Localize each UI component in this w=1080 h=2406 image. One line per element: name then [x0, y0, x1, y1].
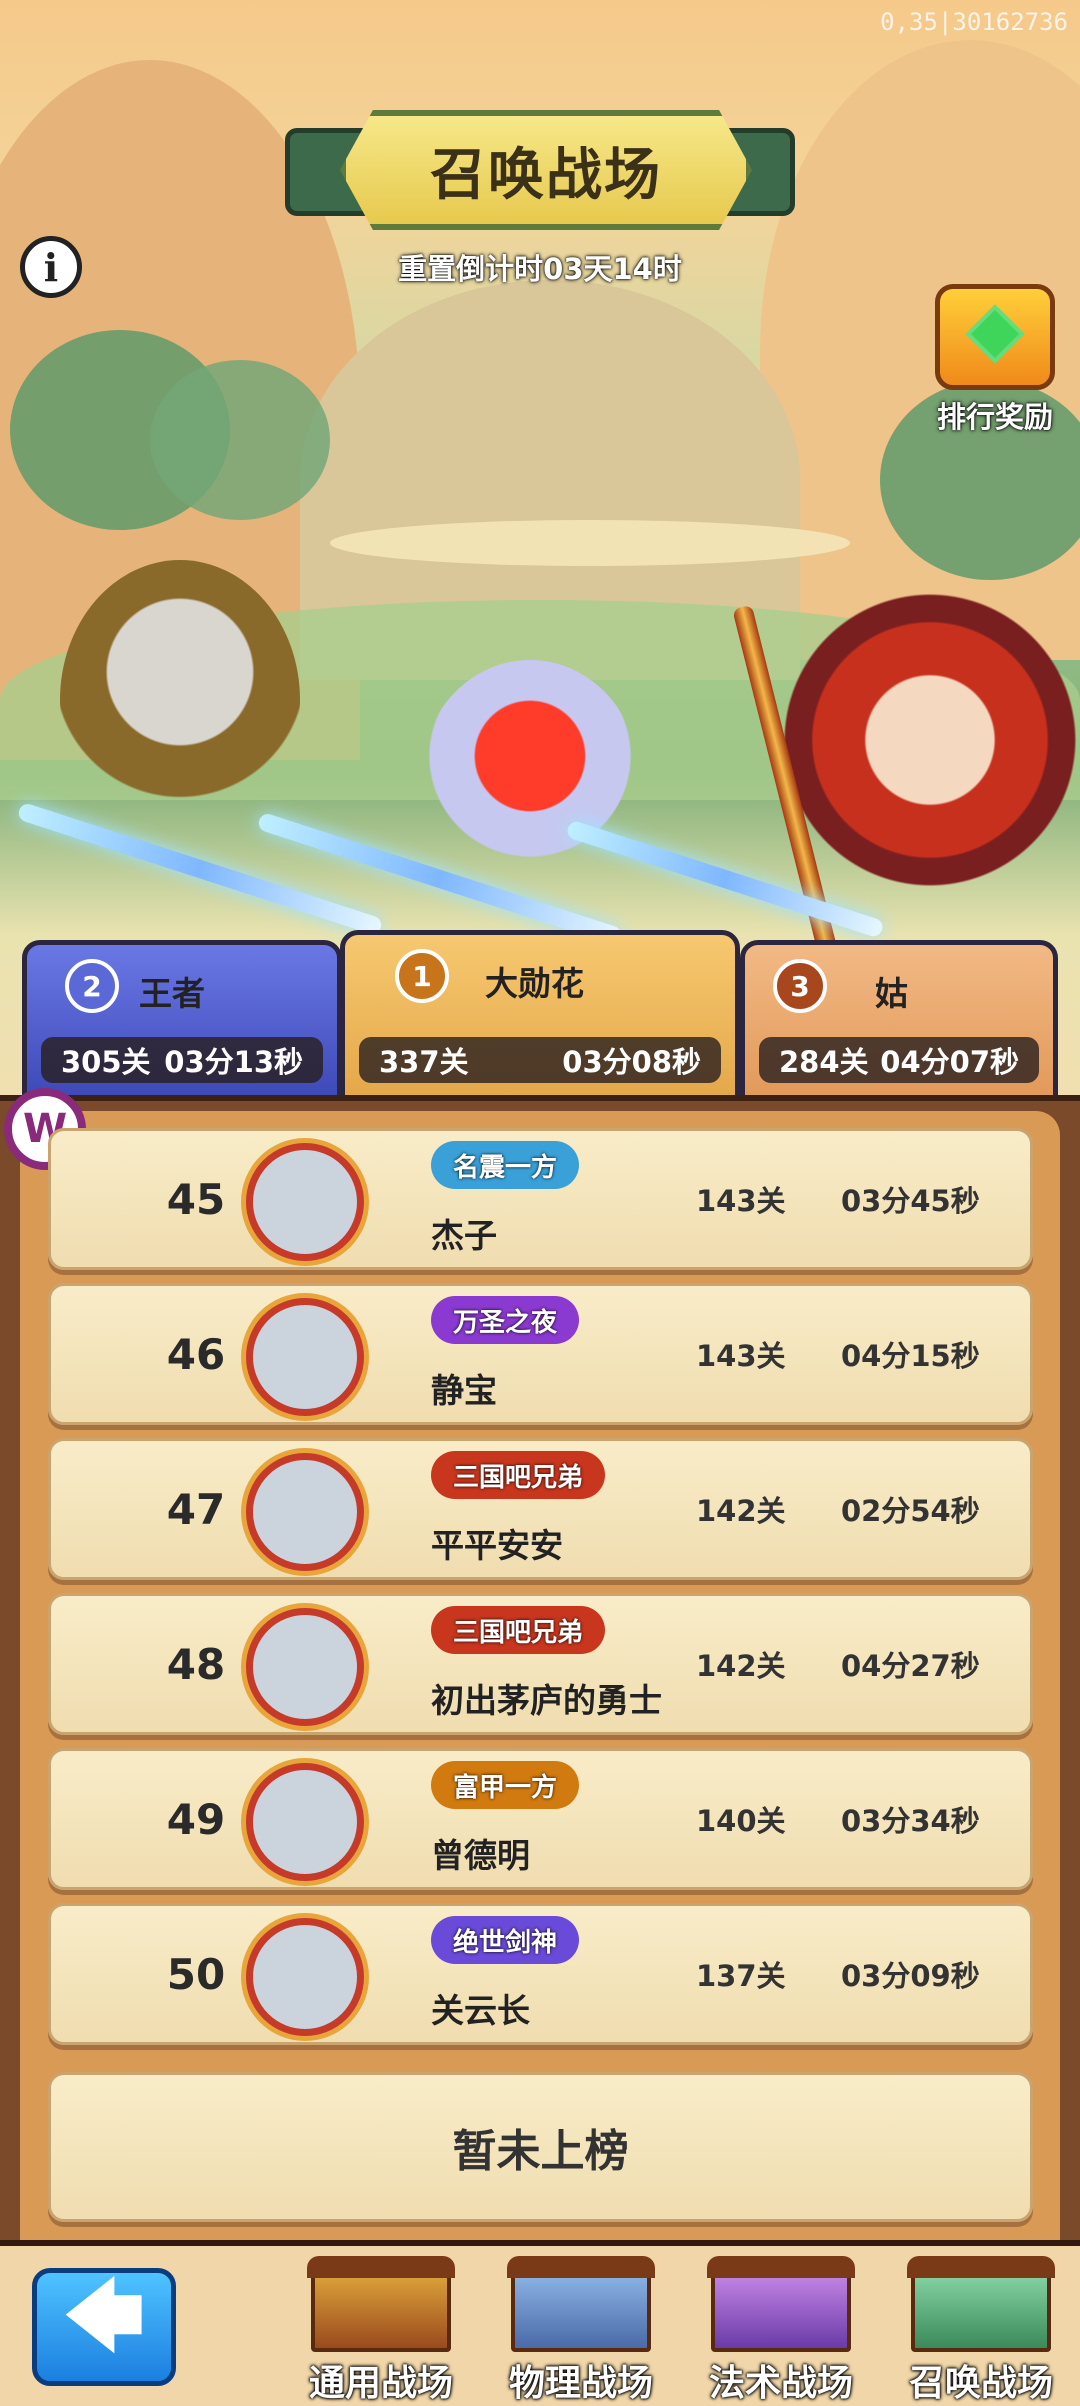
tower-icon: [907, 2256, 1055, 2352]
row-time: 03分45秒: [841, 1184, 980, 1218]
avatar[interactable]: [246, 1143, 364, 1261]
avatar[interactable]: [246, 1763, 364, 1881]
player-title-badge: 万圣之夜: [431, 1296, 580, 1344]
treasure-chest-icon: [935, 284, 1055, 390]
row-stage: 140关: [696, 1804, 786, 1838]
podium-time: 03分08秒: [562, 1045, 701, 1079]
self-rank-status: 暂未上榜: [48, 2072, 1033, 2222]
podium-time: 04分07秒: [880, 1045, 1019, 1079]
tab-label: 召唤战场: [908, 2363, 1053, 2404]
tab-physical-battlefield[interactable]: 物理战场: [496, 2256, 666, 2404]
rank-reward-label: 排行奖励: [936, 400, 1053, 434]
podium-stats: 337关 03分08秒: [359, 1037, 721, 1083]
tree: [150, 360, 330, 520]
tower-icon: [707, 2256, 855, 2352]
podium-time: 03分13秒: [164, 1045, 303, 1079]
podium-stage: 337关: [379, 1045, 469, 1079]
back-button[interactable]: 🡄: [32, 2268, 176, 2386]
row-time: 03分34秒: [841, 1804, 980, 1838]
row-stage: 142关: [696, 1494, 786, 1528]
player-name: 曾德明: [431, 1836, 530, 1875]
podium-rank-1[interactable]: 1 大勋花 337关 03分08秒: [340, 930, 740, 1100]
info-button[interactable]: i: [20, 236, 82, 298]
rank-badge: 2: [65, 959, 119, 1013]
player-name: 关云长: [431, 1991, 530, 2030]
tower-icon: [507, 2256, 655, 2352]
podium-rank-2[interactable]: 2 王者 305关 03分13秒: [22, 940, 342, 1100]
tab-general-battlefield[interactable]: 通用战场: [296, 2256, 466, 2404]
player-name: 平平安安: [431, 1526, 563, 1565]
row-stage: 143关: [696, 1184, 786, 1218]
podium-player-name: 王者: [139, 974, 205, 1013]
podium-rank-3[interactable]: 3 姑 284关 04分07秒: [740, 940, 1058, 1100]
row-time: 04分27秒: [841, 1649, 980, 1683]
hero-monkey-king: [60, 560, 300, 840]
rank-badge: 3: [773, 959, 827, 1013]
hero-general: [780, 590, 1080, 890]
player-title-badge: 名震一方: [431, 1141, 580, 1189]
battlefield-scene: 0,35|30162736 召唤战场 重置倒计时03天14时 i 排行奖励 2 …: [0, 0, 1080, 1100]
leaderboard-row[interactable]: 49 富甲一方 曾德明 140关 03分34秒: [48, 1748, 1033, 1890]
player-title-badge: 绝世剑神: [431, 1916, 580, 1964]
river: [330, 520, 850, 566]
tower-icon: [307, 2256, 455, 2352]
page-title: 召唤战场: [430, 142, 662, 208]
podium-stats: 284关 04分07秒: [759, 1037, 1039, 1083]
player-title-badge: 三国吧兄弟: [431, 1451, 606, 1499]
leaderboard-row[interactable]: 46 万圣之夜 静宝 143关 04分15秒: [48, 1283, 1033, 1425]
tab-summon-battlefield[interactable]: 召唤战场: [896, 2256, 1066, 2404]
player-name: 静宝: [431, 1371, 497, 1410]
player-title-badge: 富甲一方: [431, 1761, 580, 1809]
rank-reward-button[interactable]: 排行奖励: [925, 284, 1065, 436]
leaderboard-row[interactable]: 48 三国吧兄弟 初出茅庐的勇士 142关 04分27秒: [48, 1593, 1033, 1735]
leaderboard-row[interactable]: 47 三国吧兄弟 平平安安 142关 02分54秒: [48, 1438, 1033, 1580]
row-time: 04分15秒: [841, 1339, 980, 1373]
leaderboard-row[interactable]: 50 绝世剑神 关云长 137关 03分09秒: [48, 1903, 1033, 2045]
avatar[interactable]: [246, 1453, 364, 1571]
podium-player-name: 大勋花: [485, 964, 584, 1003]
avatar[interactable]: [246, 1918, 364, 2036]
tab-magic-battlefield[interactable]: 法术战场: [696, 2256, 866, 2404]
podium-stage: 305关: [61, 1045, 151, 1079]
tab-label: 通用战场: [308, 2363, 453, 2404]
hero-red-hair: [420, 660, 640, 900]
bottom-nav: 🡄 通用战场 物理战场 法术战场 召唤战场: [0, 2240, 1080, 2406]
row-stage: 137关: [696, 1959, 786, 1993]
player-name: 初出茅庐的勇士: [431, 1681, 662, 1720]
podium-player-name: 姑: [875, 974, 908, 1013]
avatar[interactable]: [246, 1298, 364, 1416]
player-title-badge: 三国吧兄弟: [431, 1606, 606, 1654]
row-time: 02分54秒: [841, 1494, 980, 1528]
tab-label: 法术战场: [708, 2363, 853, 2404]
avatar[interactable]: [246, 1608, 364, 1726]
banner-plate: 召唤战场: [340, 110, 752, 230]
row-time: 03分09秒: [841, 1959, 980, 1993]
version-text: 0,35|30162736: [880, 8, 1068, 36]
leaderboard-row[interactable]: 45 名震一方 杰子 143关 03分45秒: [48, 1128, 1033, 1270]
rank-badge: 1: [395, 949, 449, 1003]
title-banner: 召唤战场: [285, 110, 795, 230]
info-icon: i: [43, 244, 59, 290]
podium-stats: 305关 03分13秒: [41, 1037, 323, 1083]
row-stage: 142关: [696, 1649, 786, 1683]
player-name: 杰子: [431, 1216, 497, 1255]
reset-countdown: 重置倒计时03天14时: [398, 252, 682, 286]
tab-label: 物理战场: [508, 2363, 653, 2404]
podium-stage: 284关: [779, 1045, 869, 1079]
back-arrow-icon: 🡄: [63, 2272, 145, 2362]
row-stage: 143关: [696, 1339, 786, 1373]
